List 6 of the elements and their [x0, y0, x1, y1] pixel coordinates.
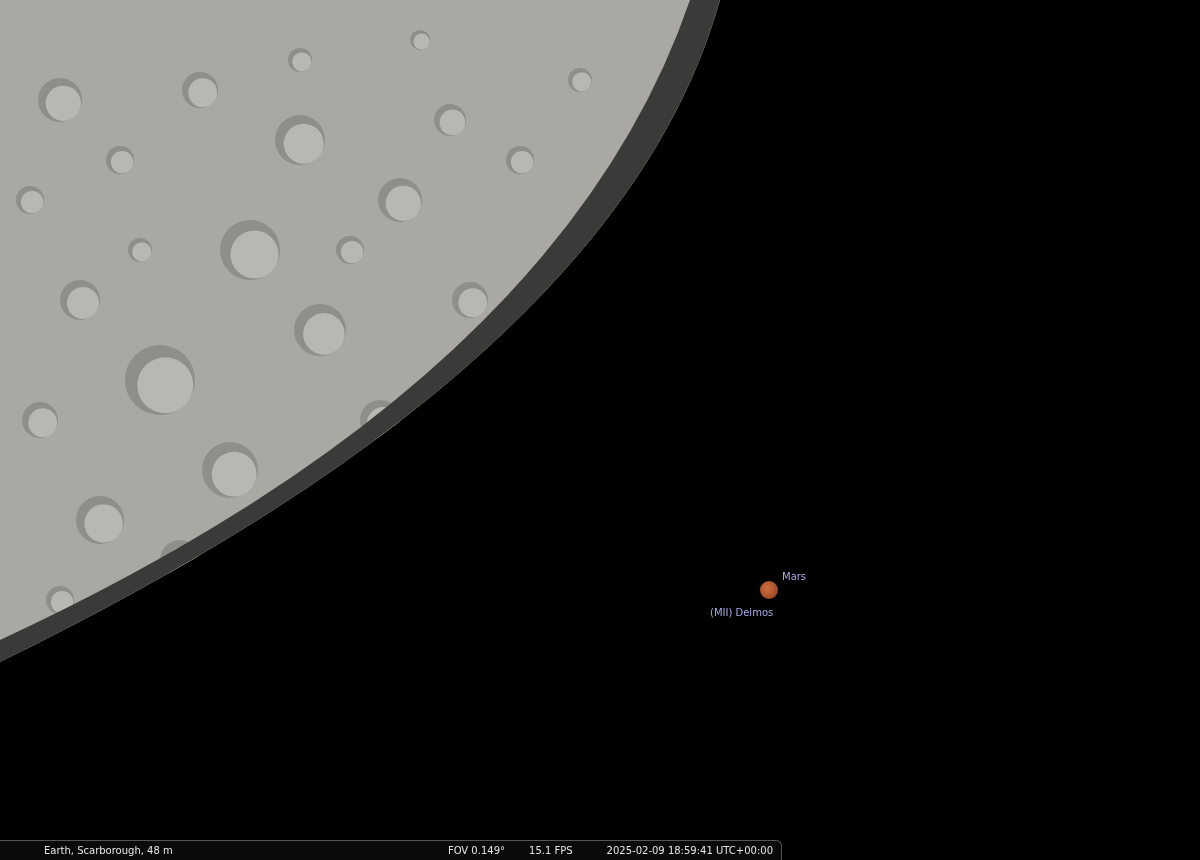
location-text: Earth, Scarborough, 48 m	[44, 844, 173, 858]
object-label: (MII) Deimos	[710, 606, 774, 620]
datetime-text: 2025-02-09 18:59:41 UTC+00:00	[606, 844, 773, 858]
fov-text: FOV 0.149°	[447, 844, 505, 858]
fps-text: 15.1 FPS	[529, 844, 573, 858]
object-label: Mars	[782, 570, 807, 584]
